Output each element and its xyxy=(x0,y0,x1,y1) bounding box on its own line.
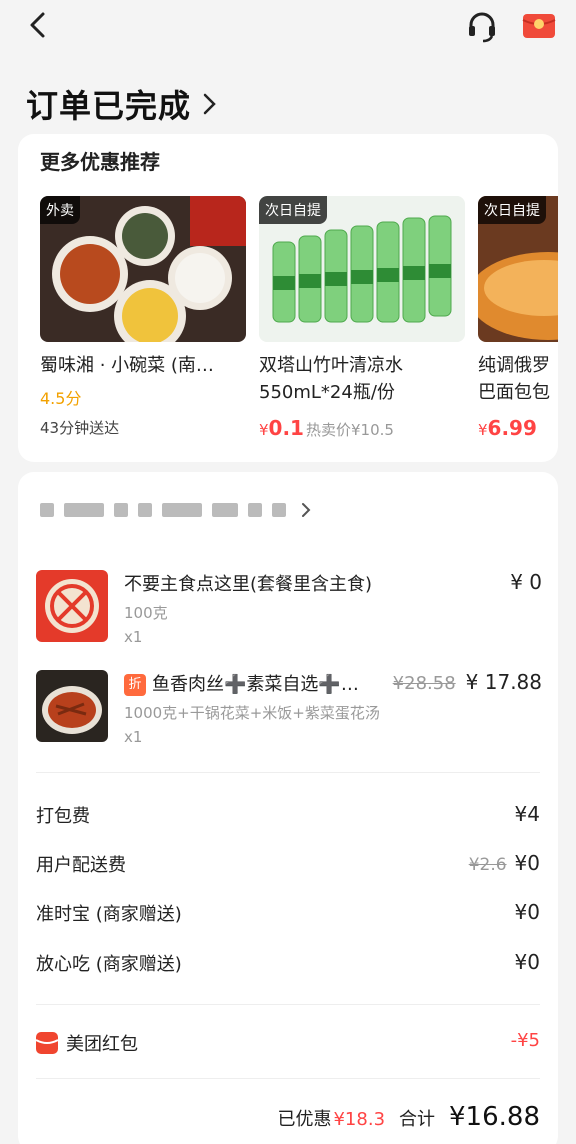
blurred-store-name xyxy=(40,503,54,517)
promo-price: ¥0.1 热卖价¥10.5 xyxy=(259,416,469,440)
on-time-guarantee-row: 准时宝 (商家赠送) ¥0 xyxy=(36,900,540,928)
promo-item-name-line1: 纯调俄罗 xyxy=(478,355,550,376)
chevron-right-icon xyxy=(302,503,311,517)
promo-price: ¥6.99 xyxy=(478,416,558,440)
promo-item-name: 纯调俄罗 巴面包包 xyxy=(478,352,558,406)
delivery-eta: 43分钟送达 xyxy=(40,419,120,437)
hot-sale-price: 热卖价¥10.5 xyxy=(305,421,394,439)
order-status-header[interactable]: 订单已完成 xyxy=(26,80,219,128)
page-title: 订单已完成 xyxy=(26,87,192,125)
dish-quantity: x1 xyxy=(124,628,143,646)
order-item-row[interactable]: 折鱼香肉丝➕素菜自选➕… 1000克+干锅花菜+米饭+紫菜蛋花汤 x1 ¥28.… xyxy=(36,670,542,756)
fee-label: 准时宝 (商家赠送) xyxy=(36,904,182,925)
more-deals-card: 更多优惠推荐 外卖 蜀味湘 · 小碗菜 (南… 4.5分 43分钟送达 次日自提… xyxy=(18,134,558,462)
fee-value: ¥2.6 ¥0 xyxy=(469,851,540,875)
promo-item-name-line1: 双塔山竹叶清凉水 xyxy=(259,355,403,376)
blurred-store-name xyxy=(64,503,104,517)
promo-tag: 次日自提 xyxy=(478,196,546,224)
order-total-row: 已优惠 ¥18.3 合计 ¥16.88 xyxy=(277,1102,540,1132)
red-packet-value: -¥5 xyxy=(510,1030,540,1051)
discount-value: ¥18.3 xyxy=(333,1109,386,1130)
fee-label: 用户配送费 xyxy=(36,855,126,876)
water-bottles-image: 次日自提 xyxy=(259,196,465,342)
order-detail-card: 不要主食点这里(套餐里含主食) 100克 x1 ¥ 0 折鱼香肉丝➕素菜自选➕…… xyxy=(18,472,558,1144)
red-packet-label: 美团红包 xyxy=(66,1034,138,1055)
dish-spec: 100克 xyxy=(124,604,168,622)
blurred-store-name xyxy=(272,503,286,517)
shredded-pork-dish-image xyxy=(36,670,108,742)
fee-value: ¥0 xyxy=(514,900,540,924)
blurred-store-name xyxy=(114,503,128,517)
blurred-store-name xyxy=(212,503,238,517)
dish-price-value: ¥ 17.88 xyxy=(465,670,542,694)
promo-price-value: 6.99 xyxy=(487,416,537,440)
packing-fee-row: 打包费 ¥4 xyxy=(36,802,540,830)
no-staple-food-image xyxy=(36,570,108,642)
fee-label: 放心吃 (商家赠送) xyxy=(36,954,182,975)
blurred-store-name xyxy=(138,503,152,517)
fee-value-text: ¥0 xyxy=(514,851,540,875)
customer-service-headset-icon[interactable] xyxy=(464,8,500,44)
promo-item-water[interactable]: 次日自提 双塔山竹叶清凉水 550mL*24瓶/份 ¥0.1 热卖价¥10.5 xyxy=(259,196,469,440)
promo-item-name: 蜀味湘 · 小碗菜 (南… xyxy=(40,355,214,376)
restaurant-food-image: 外卖 xyxy=(40,196,246,342)
dish-name: 不要主食点这里(套餐里含主食) xyxy=(124,574,373,595)
delivery-fee-row: 用户配送费 ¥2.6 ¥0 xyxy=(36,851,540,879)
discount-badge: 折 xyxy=(124,674,146,696)
bread-image: 次日自提 xyxy=(478,196,558,342)
store-rating: 4.5分 xyxy=(40,389,82,408)
currency-symbol: ¥ xyxy=(259,421,269,439)
food-safety-row: 放心吃 (商家赠送) ¥0 xyxy=(36,950,540,978)
fee-value: ¥4 xyxy=(514,802,540,826)
dish-original-price: ¥28.58 xyxy=(392,673,456,694)
promo-item-name: 双塔山竹叶清凉水 550mL*24瓶/份 xyxy=(259,352,469,406)
fee-original-value: ¥2.6 xyxy=(468,855,507,875)
red-envelope-icon[interactable] xyxy=(522,12,556,40)
dish-name: 折鱼香肉丝➕素菜自选➕… xyxy=(124,670,359,696)
divider xyxy=(36,1078,540,1079)
dish-spec: 1000克+干锅花菜+米饭+紫菜蛋花汤 xyxy=(124,704,380,722)
discount-label: 已优惠 xyxy=(277,1109,332,1130)
back-arrow-icon[interactable] xyxy=(24,10,54,40)
dish-name-text: 鱼香肉丝➕素菜自选➕… xyxy=(152,674,359,695)
promo-tag: 外卖 xyxy=(40,196,80,224)
blurred-store-name xyxy=(162,503,202,517)
dish-quantity: x1 xyxy=(124,728,143,746)
meituan-red-packet-row: 美团红包 -¥5 xyxy=(36,1030,540,1060)
total-value: ¥16.88 xyxy=(449,1102,540,1132)
top-bar xyxy=(0,0,576,60)
fee-value: ¥0 xyxy=(514,950,540,974)
dish-price: ¥28.58 ¥ 17.88 xyxy=(393,670,542,694)
total-label: 合计 xyxy=(399,1109,436,1130)
more-deals-heading: 更多优惠推荐 xyxy=(40,150,160,174)
promo-item-name-line2: 550mL*24瓶/份 xyxy=(259,382,395,403)
order-item-row[interactable]: 不要主食点这里(套餐里含主食) 100克 x1 ¥ 0 xyxy=(36,570,542,656)
blurred-store-name xyxy=(248,503,262,517)
dish-price: ¥ 0 xyxy=(510,570,542,594)
divider xyxy=(36,772,540,773)
store-name-link[interactable] xyxy=(40,498,312,522)
promo-item-name-line2: 巴面包包 xyxy=(478,382,550,403)
promo-tag: 次日自提 xyxy=(259,196,327,224)
promo-price-value: 0.1 xyxy=(268,416,304,440)
currency-symbol: ¥ xyxy=(478,421,488,439)
promo-item-bread[interactable]: 次日自提 纯调俄罗 巴面包包 ¥6.99 xyxy=(478,196,558,440)
chevron-right-icon xyxy=(203,93,216,115)
promo-item-restaurant[interactable]: 外卖 蜀味湘 · 小碗菜 (南… 4.5分 43分钟送达 xyxy=(40,196,250,438)
fee-label: 打包费 xyxy=(36,806,90,827)
divider xyxy=(36,1004,540,1005)
red-packet-icon xyxy=(36,1032,58,1054)
